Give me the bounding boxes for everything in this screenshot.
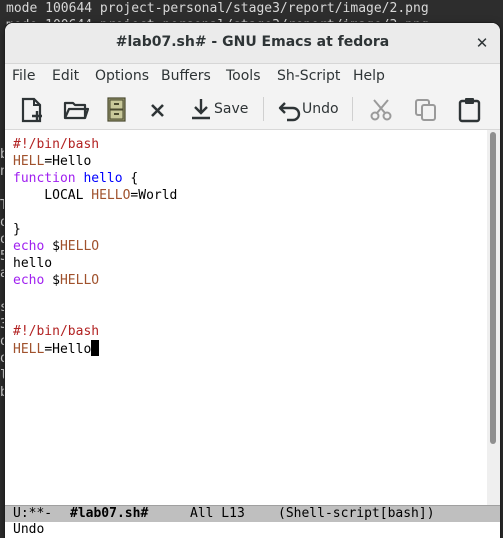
echo-area: Undo: [5, 522, 500, 538]
code-token: HELLO: [91, 188, 131, 203]
mode-line: U:**- #lab07.sh# All L13 (Shell-script[b…: [5, 505, 500, 522]
code-line: HELL=Hello: [13, 153, 91, 170]
code-token: =Hello: [44, 342, 92, 357]
code-line: #!/bin/bash: [13, 323, 99, 340]
menu-help[interactable]: Help: [353, 68, 385, 84]
modeline-status: U:**-: [13, 506, 53, 521]
code-token: }: [13, 222, 21, 237]
save-button[interactable]: Save: [189, 95, 249, 123]
save-label: Save: [214, 101, 249, 117]
undo-label: Undo: [302, 101, 339, 117]
dired-button[interactable]: [106, 95, 128, 123]
code-token: hello: [83, 171, 123, 186]
new-file-button[interactable]: [19, 95, 45, 123]
code-line: echo $HELLO: [13, 238, 99, 255]
code-token: HELLO: [59, 273, 100, 288]
echo-message: Undo: [13, 522, 45, 537]
menu-edit[interactable]: Edit: [52, 68, 79, 84]
close-window-button[interactable]: ✕: [472, 33, 492, 53]
close-icon: [151, 104, 164, 117]
code-token: LOCAL: [13, 188, 92, 203]
code-line: echo $HELLO: [13, 272, 99, 289]
code-token: {: [122, 171, 139, 186]
code-token: echo: [13, 273, 45, 288]
code-token: #!/bin/bash: [13, 137, 100, 152]
modeline-position: All L13: [190, 506, 245, 521]
modeline-major-mode[interactable]: (Shell-script[bash]): [278, 506, 435, 522]
code-token: function: [13, 171, 76, 186]
open-folder-icon: [63, 101, 89, 120]
menu-sh-script[interactable]: Sh-Script: [277, 68, 340, 84]
new-file-icon: [21, 97, 42, 123]
code-token: $: [44, 239, 60, 254]
code-line: }: [13, 221, 21, 238]
cut-icon: [370, 99, 392, 121]
copy-button[interactable]: [413, 95, 439, 123]
modeline-buffer-name[interactable]: #lab07.sh#: [70, 506, 148, 522]
toolbar: Save Undo: [5, 89, 500, 130]
code-token: hello: [13, 256, 53, 271]
undo-icon: [278, 102, 301, 122]
code-token: =World: [130, 188, 178, 203]
toolbar-separator: [352, 97, 353, 121]
code-token: HELL: [13, 342, 45, 357]
scrollbar-thumb[interactable]: [490, 132, 496, 444]
code-token: HELL: [13, 154, 45, 169]
paste-button[interactable]: [457, 95, 483, 123]
terminal-line: mode 100644 project-personal/stage3/repo…: [6, 1, 429, 16]
window-title: #lab07.sh# - GNU Emacs at fedora: [115, 34, 390, 50]
undo-button[interactable]: Undo: [277, 95, 339, 123]
emacs-window: #lab07.sh# - GNU Emacs at fedora ✕ File …: [5, 23, 500, 538]
code-line: hello: [13, 255, 52, 272]
code-line: function hello {: [13, 170, 138, 187]
paste-icon: [458, 98, 481, 123]
toolbar-separator: [263, 97, 264, 121]
menu-bar: File Edit Options Buffers Tools Sh-Scrip…: [5, 64, 500, 89]
text-cursor: [91, 340, 100, 356]
cabinet-icon: [107, 97, 126, 122]
code-token: #!/bin/bash: [13, 324, 100, 339]
copy-icon: [415, 99, 436, 121]
menu-file[interactable]: File: [12, 68, 35, 84]
open-file-button[interactable]: [63, 95, 89, 123]
save-icon: [192, 99, 210, 120]
cut-button[interactable]: [369, 95, 395, 123]
scrollbar[interactable]: [487, 130, 500, 505]
code-line: LOCAL HELLO=World: [13, 187, 177, 204]
kill-buffer-button[interactable]: [147, 95, 169, 123]
code-line: HELL=Hello: [13, 340, 100, 357]
title-bar[interactable]: #lab07.sh# - GNU Emacs at fedora ✕: [5, 23, 500, 64]
code-token: echo: [13, 239, 45, 254]
menu-tools[interactable]: Tools: [226, 68, 261, 84]
code-token: HELLO: [59, 239, 100, 254]
code-token: =Hello: [44, 154, 92, 169]
menu-options[interactable]: Options: [95, 68, 149, 84]
editor-buffer[interactable]: #!/bin/bash HELL=Hello function hello { LO…: [5, 130, 487, 505]
code-token: $: [44, 273, 60, 288]
menu-buffers[interactable]: Buffers: [161, 68, 211, 84]
code-line: #!/bin/bash: [13, 136, 99, 153]
